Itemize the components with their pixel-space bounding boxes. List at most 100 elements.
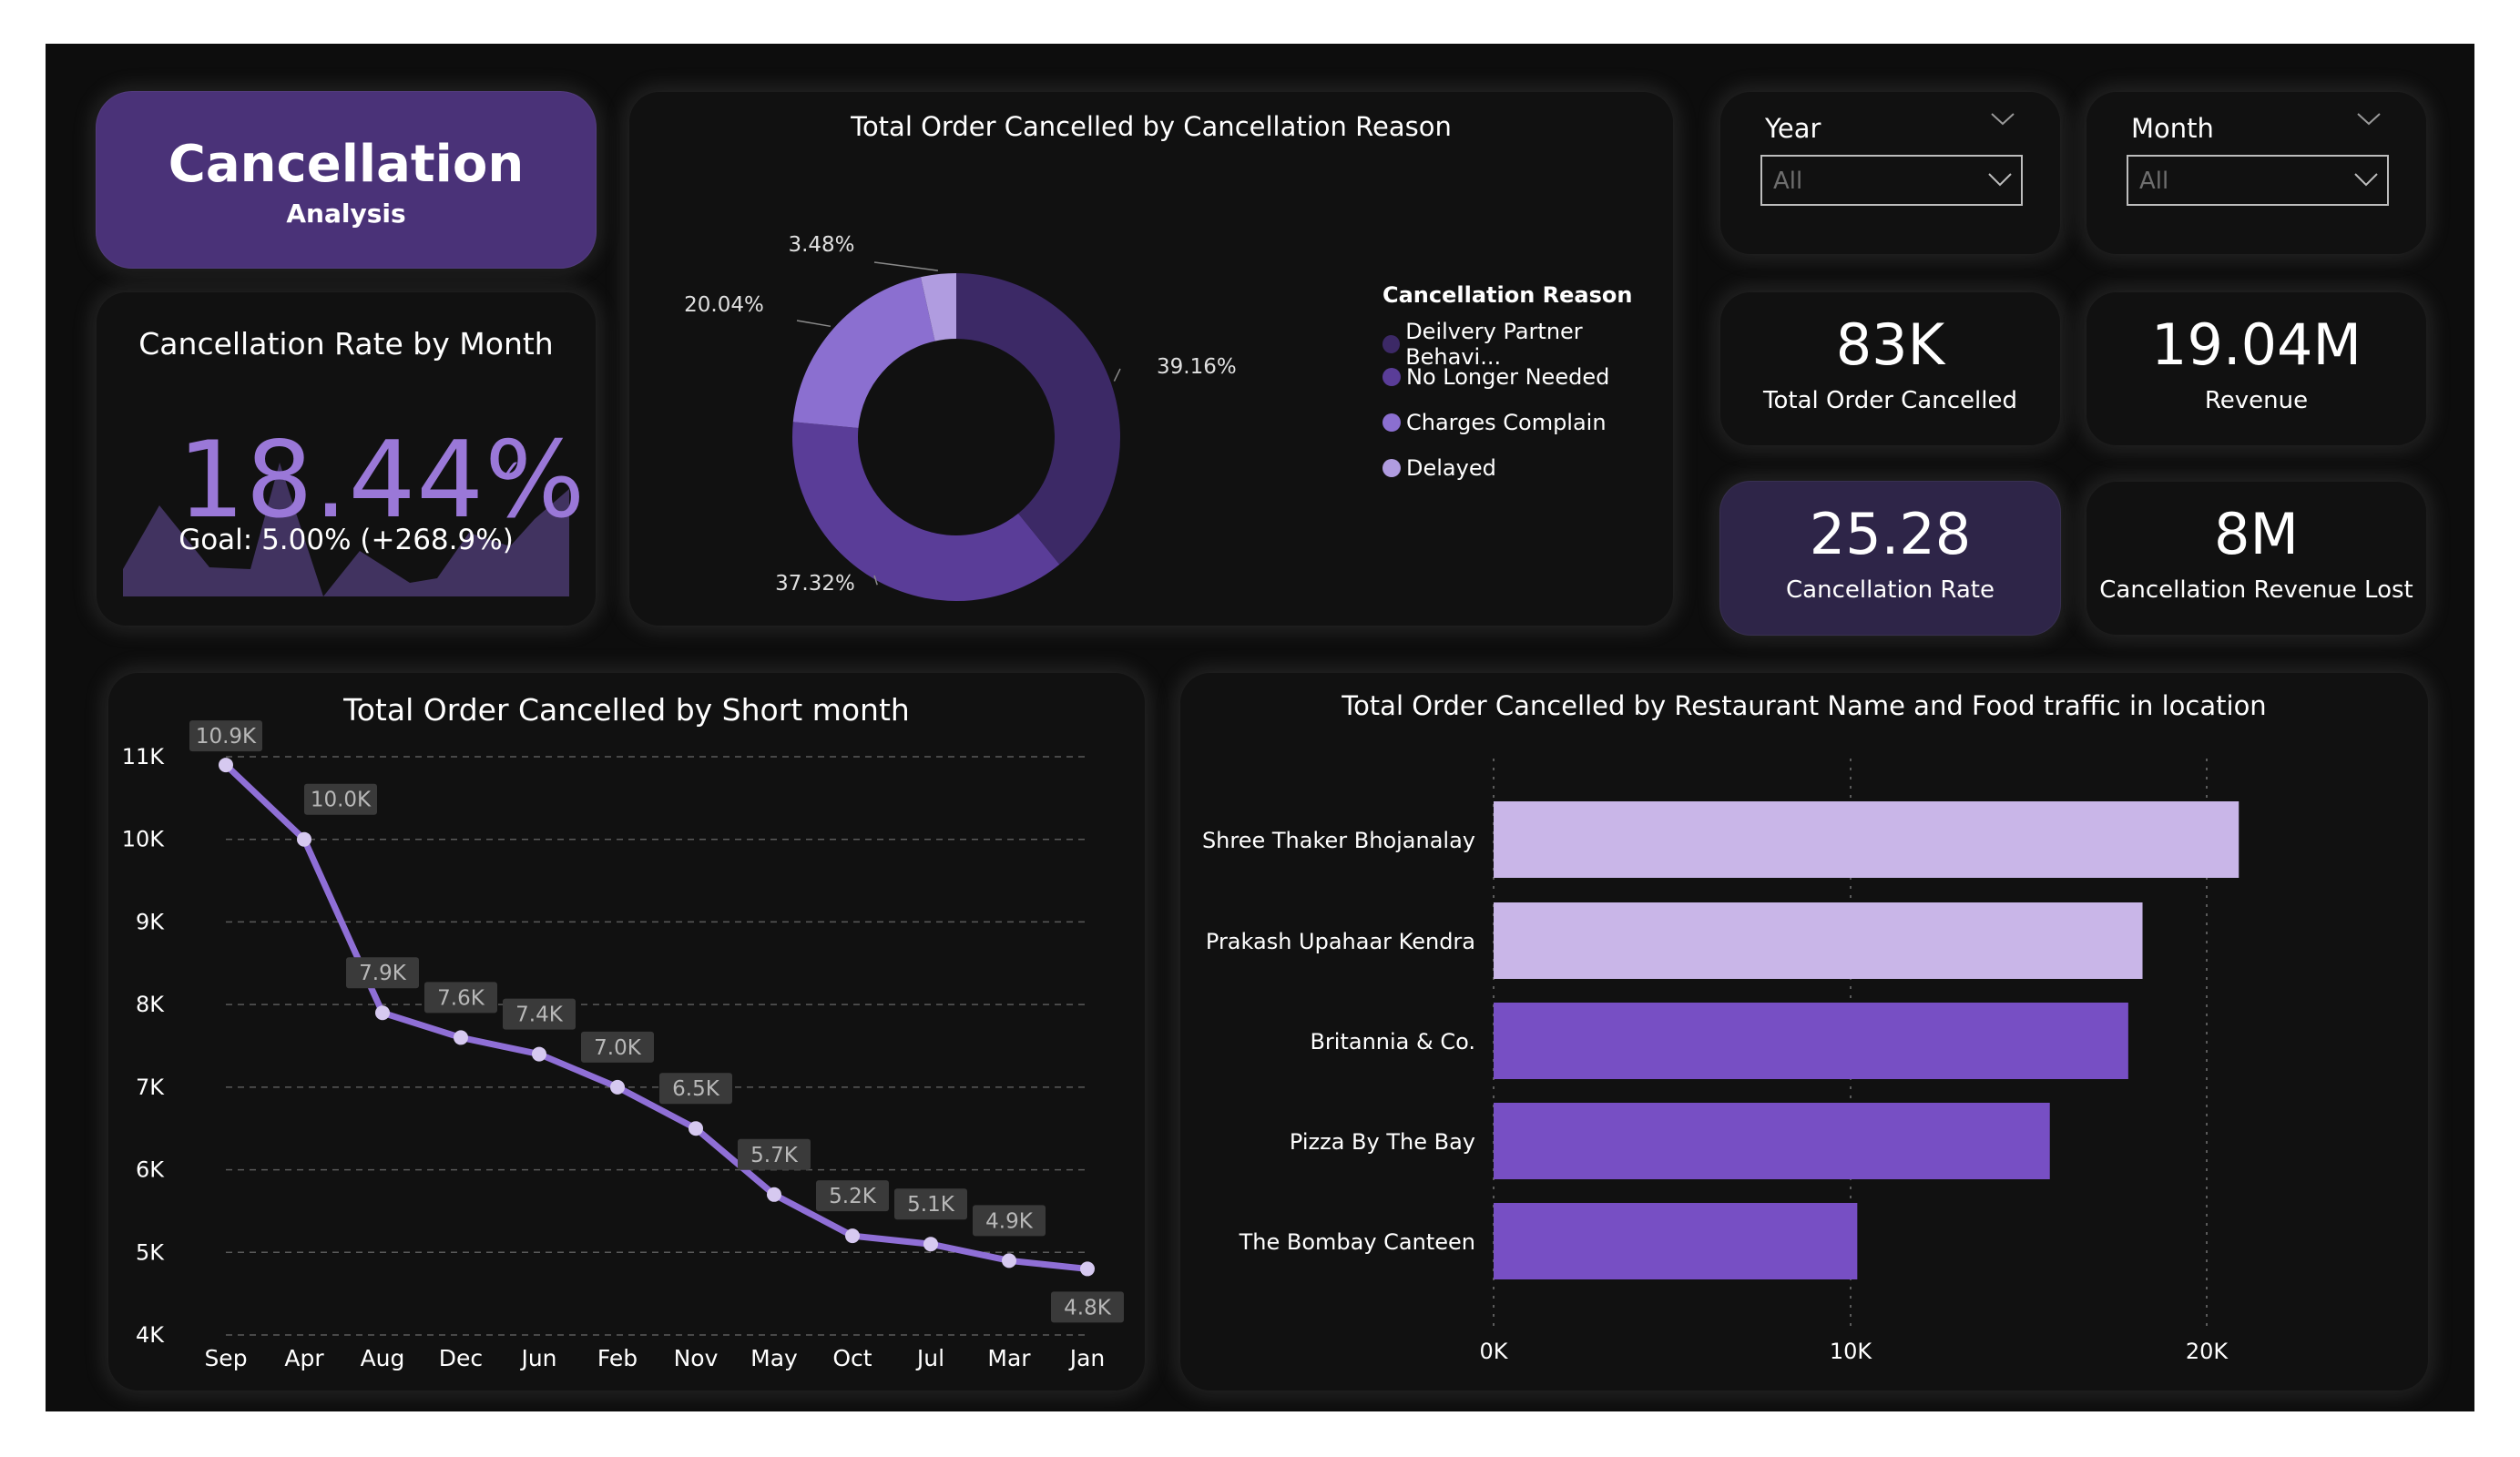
kpi-total-order-cancelled[interactable]: 83K Total Order Cancelled (1719, 291, 2061, 446)
x-tick-label: Sep (204, 1345, 247, 1371)
orders-by-month-card[interactable]: Total Order Cancelled by Short month 4K 5… (107, 672, 1146, 1391)
kpi-cancellation-rate[interactable]: 25.28 Cancellation Rate (1719, 481, 2061, 636)
legend-item-delivery-partner[interactable]: Deilvery Partner Behavi... (1382, 319, 1674, 370)
bar-chart[interactable]: 0K 10K 20K Shree Thaker Bhojanalay Prakash U… (1179, 672, 2429, 1391)
legend-item-no-longer-needed[interactable]: No Longer Needed (1382, 364, 1609, 390)
kpi-revenue[interactable]: 19.04M Revenue (2086, 291, 2427, 446)
x-tick-label: Nov (674, 1345, 719, 1371)
x-tick-label: Feb (597, 1345, 638, 1371)
data-point (767, 1187, 781, 1202)
legend-item-charges-complain[interactable]: Charges Complain (1382, 410, 1607, 435)
kpi-label: Total Order Cancelled (1763, 387, 2017, 414)
line-chart[interactable]: 4K 5K 6K 7K 8K 9K 10K 11K Sep Apr Aug Dec Jun Feb Nov M… (107, 672, 1146, 1391)
year-dropdown[interactable]: All (1760, 155, 2023, 206)
donut-leader-line (873, 261, 939, 271)
legend-label: No Longer Needed (1406, 364, 1610, 390)
legend-title: Cancellation Reason (1382, 282, 1633, 308)
kpi-value: 25.28 (1809, 501, 1972, 567)
bar[interactable] (1494, 1203, 1858, 1279)
year-dropdown-value: All (1773, 168, 1803, 195)
y-tick-label: 10K (122, 827, 166, 852)
x-tick-label: Oct (832, 1345, 872, 1371)
page-title: Cancellation (168, 135, 525, 194)
legend-label: Charges Complain (1406, 410, 1607, 435)
data-label: 7.6K (437, 986, 485, 1010)
bar[interactable] (1494, 1103, 2050, 1179)
data-point (532, 1046, 546, 1062)
data-label: 6.5K (672, 1077, 720, 1101)
month-slicer-label: Month (2131, 113, 2214, 144)
dashboard-canvas: Cancellation Analysis Cancellation Rate … (46, 44, 2474, 1411)
data-label: 5.1K (907, 1193, 955, 1217)
chevron-down-icon[interactable] (1990, 111, 2015, 127)
x-tick-label: Jan (1068, 1345, 1106, 1371)
cancellation-rate-card[interactable]: Cancellation Rate by Month 18.44% ✓ Goal… (96, 291, 597, 627)
data-point (923, 1237, 938, 1252)
donut-data-label: 37.32% (775, 572, 855, 596)
chevron-down-icon[interactable] (2352, 166, 2380, 193)
page-subtitle: Analysis (286, 199, 406, 229)
data-label: 7.9K (359, 962, 407, 985)
y-category-label: Prakash Upahaar Kendra (1206, 929, 1475, 954)
x-tick-label: Aug (361, 1345, 405, 1371)
legend-item-delayed[interactable]: Delayed (1382, 455, 1496, 481)
kpi-value: 83K (1835, 311, 1945, 378)
bar[interactable] (1494, 1003, 2128, 1079)
kpi-label: Revenue (2204, 387, 2309, 414)
chevron-down-icon[interactable] (2356, 111, 2382, 127)
x-tick-label: Apr (284, 1345, 324, 1371)
data-label: 5.7K (750, 1144, 799, 1167)
data-label: 7.0K (594, 1036, 642, 1060)
data-label: 10.9K (196, 725, 257, 749)
kpi-value: 19.04M (2151, 311, 2362, 378)
data-point (297, 831, 311, 847)
kpi-label: Cancellation Revenue Lost (2099, 576, 2413, 604)
rate-card-title: Cancellation Rate by Month (138, 326, 554, 362)
bar[interactable] (1494, 801, 2239, 878)
legend-dot (1382, 335, 1401, 353)
y-category-label: Shree Thaker Bhojanalay (1202, 828, 1475, 853)
month-dropdown-value: All (2139, 168, 2169, 195)
bar[interactable] (1494, 902, 2143, 979)
data-label: 7.4K (515, 1004, 564, 1027)
donut-slice[interactable] (956, 273, 1120, 565)
month-dropdown[interactable]: All (2127, 155, 2389, 206)
y-tick-label: 9K (136, 909, 165, 934)
x-tick-label: Dec (439, 1345, 483, 1371)
data-point (375, 1005, 390, 1021)
legend-label: Deilvery Partner Behavi... (1405, 319, 1583, 370)
year-slicer[interactable]: Year All (1719, 91, 2061, 255)
cancellation-reason-card[interactable]: Total Order Cancelled by Cancellation Re… (628, 91, 1674, 627)
kpi-cancellation-revenue-lost[interactable]: 8M Cancellation Revenue Lost (2086, 481, 2427, 636)
legend-label: Delayed (1406, 455, 1496, 481)
kpi-value: 8M (2214, 501, 2299, 567)
data-point (454, 1030, 468, 1045)
donut-slice[interactable] (792, 277, 935, 428)
data-label: 4.8K (1064, 1296, 1112, 1319)
check-icon: ✓ (496, 453, 523, 490)
y-tick-label: 8K (136, 992, 165, 1017)
rate-goal: Goal: 5.00% (+268.9%) (179, 524, 514, 556)
data-point (845, 1228, 860, 1244)
y-tick-label: 7K (136, 1075, 165, 1100)
y-category-label: Britannia & Co. (1310, 1029, 1475, 1055)
x-tick-label: Mar (987, 1345, 1031, 1371)
month-slicer[interactable]: Month All (2086, 91, 2427, 255)
y-tick-label: 6K (136, 1157, 165, 1183)
x-tick-label: Jun (519, 1345, 556, 1371)
data-point (689, 1121, 703, 1136)
year-slicer-label: Year (1765, 113, 1821, 144)
y-category-label: Pizza By The Bay (1290, 1129, 1475, 1155)
y-tick-label: 11K (122, 744, 166, 769)
donut-data-label: 20.04% (684, 293, 764, 317)
donut-data-label: 3.48% (788, 233, 854, 257)
chevron-down-icon[interactable] (1986, 166, 2014, 193)
donut-chart[interactable]: 39.16% 37.32% 20.04% 3.48% (628, 91, 1339, 601)
legend-dot (1382, 368, 1401, 386)
data-point (1002, 1253, 1016, 1269)
data-point (219, 758, 233, 773)
donut-data-label: 39.16% (1157, 355, 1237, 379)
orders-by-restaurant-card[interactable]: Total Order Cancelled by Restaurant Name… (1179, 672, 2429, 1391)
data-label: 5.2K (829, 1185, 877, 1208)
x-tick-label: Jul (915, 1345, 944, 1371)
